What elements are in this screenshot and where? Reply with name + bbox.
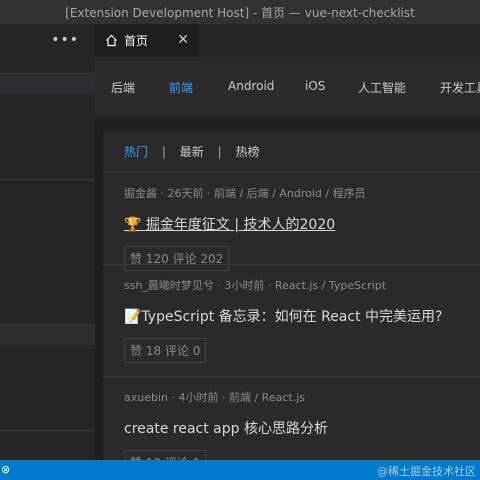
home-icon <box>105 34 118 47</box>
watermark: @稀土掘金技术社区 <box>377 465 476 478</box>
editor-area: 首页 ✕ 后端 前端 Android iOS 人工智能 开发工具 热门 | 最新… <box>95 24 480 460</box>
sidebar-section-header[interactable] <box>0 73 95 94</box>
sidebar-divider <box>0 430 95 431</box>
category-ios[interactable]: iOS <box>305 79 325 93</box>
divider <box>103 376 480 377</box>
category-backend[interactable]: 后端 <box>111 79 135 96</box>
sidebar-section-header-selected[interactable] <box>0 324 95 345</box>
tab-label: 首页 <box>124 34 149 48</box>
article-title[interactable]: create react app 核心思路分析 <box>124 418 474 438</box>
filter-separator: | <box>161 145 166 159</box>
article-item[interactable]: 掘金酱 · 26天前 · 前端 / 后端 / Android / 程序员 🏆 掘… <box>124 185 474 271</box>
article-panel: 热门 | 最新 | 热榜 掘金酱 · 26天前 · 前端 / 后端 / Andr… <box>103 131 480 460</box>
article-title[interactable]: 🏆 掘金年度征文 | 技术人的2020 <box>124 214 474 234</box>
category-devtools[interactable]: 开发工具 <box>440 79 480 96</box>
article-meta: 掘金酱 · 26天前 · 前端 / 后端 / Android / 程序员 <box>124 187 366 200</box>
divider <box>103 264 480 265</box>
close-icon[interactable]: ✕ <box>177 32 189 48</box>
window-title: [Extension Development Host] - 首页 — vue-… <box>0 0 480 24</box>
category-android[interactable]: Android <box>228 79 274 93</box>
filter-ranking[interactable]: 热榜 <box>235 145 259 159</box>
article-item[interactable]: ssh_晨曦时梦见兮 · 3小时前 · React.js / TypeScrip… <box>124 277 474 363</box>
category-frontend[interactable]: 前端 <box>169 79 193 96</box>
article-stats: 赞 120 评论 202 <box>124 246 230 271</box>
remote-icon[interactable]: ⊗ <box>1 463 10 476</box>
divider <box>103 172 480 173</box>
filter-hot[interactable]: 热门 <box>124 145 148 159</box>
article-title[interactable]: 📝TypeScript 备忘录：如何在 React 中完美运用? <box>124 306 474 326</box>
article-stats: 赞 12 评论 1 <box>124 450 207 460</box>
sidebar-divider <box>0 179 95 180</box>
category-bar: 后端 前端 Android iOS 人工智能 开发工具 <box>95 57 480 117</box>
article-meta: axuebin · 4小时前 · 前端 / React.js <box>124 391 305 404</box>
category-ai[interactable]: 人工智能 <box>358 79 406 96</box>
article-item[interactable]: axuebin · 4小时前 · 前端 / React.js create re… <box>124 389 474 460</box>
tab-strip: 首页 ✕ <box>95 24 480 57</box>
filter-latest[interactable]: 最新 <box>180 145 204 159</box>
article-stats: 赞 18 评论 0 <box>124 338 207 363</box>
sidebar: ••• 同化 <box>0 24 95 460</box>
more-actions-icon[interactable]: ••• <box>51 32 79 48</box>
status-bar: ⊗ @稀土掘金技术社区 <box>0 460 480 480</box>
article-meta: ssh_晨曦时梦见兮 · 3小时前 · React.js / TypeScrip… <box>124 279 387 292</box>
tab-home[interactable]: 首页 ✕ <box>95 24 199 57</box>
feed-filters: 热门 | 最新 | 热榜 <box>124 143 259 160</box>
filter-separator: | <box>217 145 222 159</box>
